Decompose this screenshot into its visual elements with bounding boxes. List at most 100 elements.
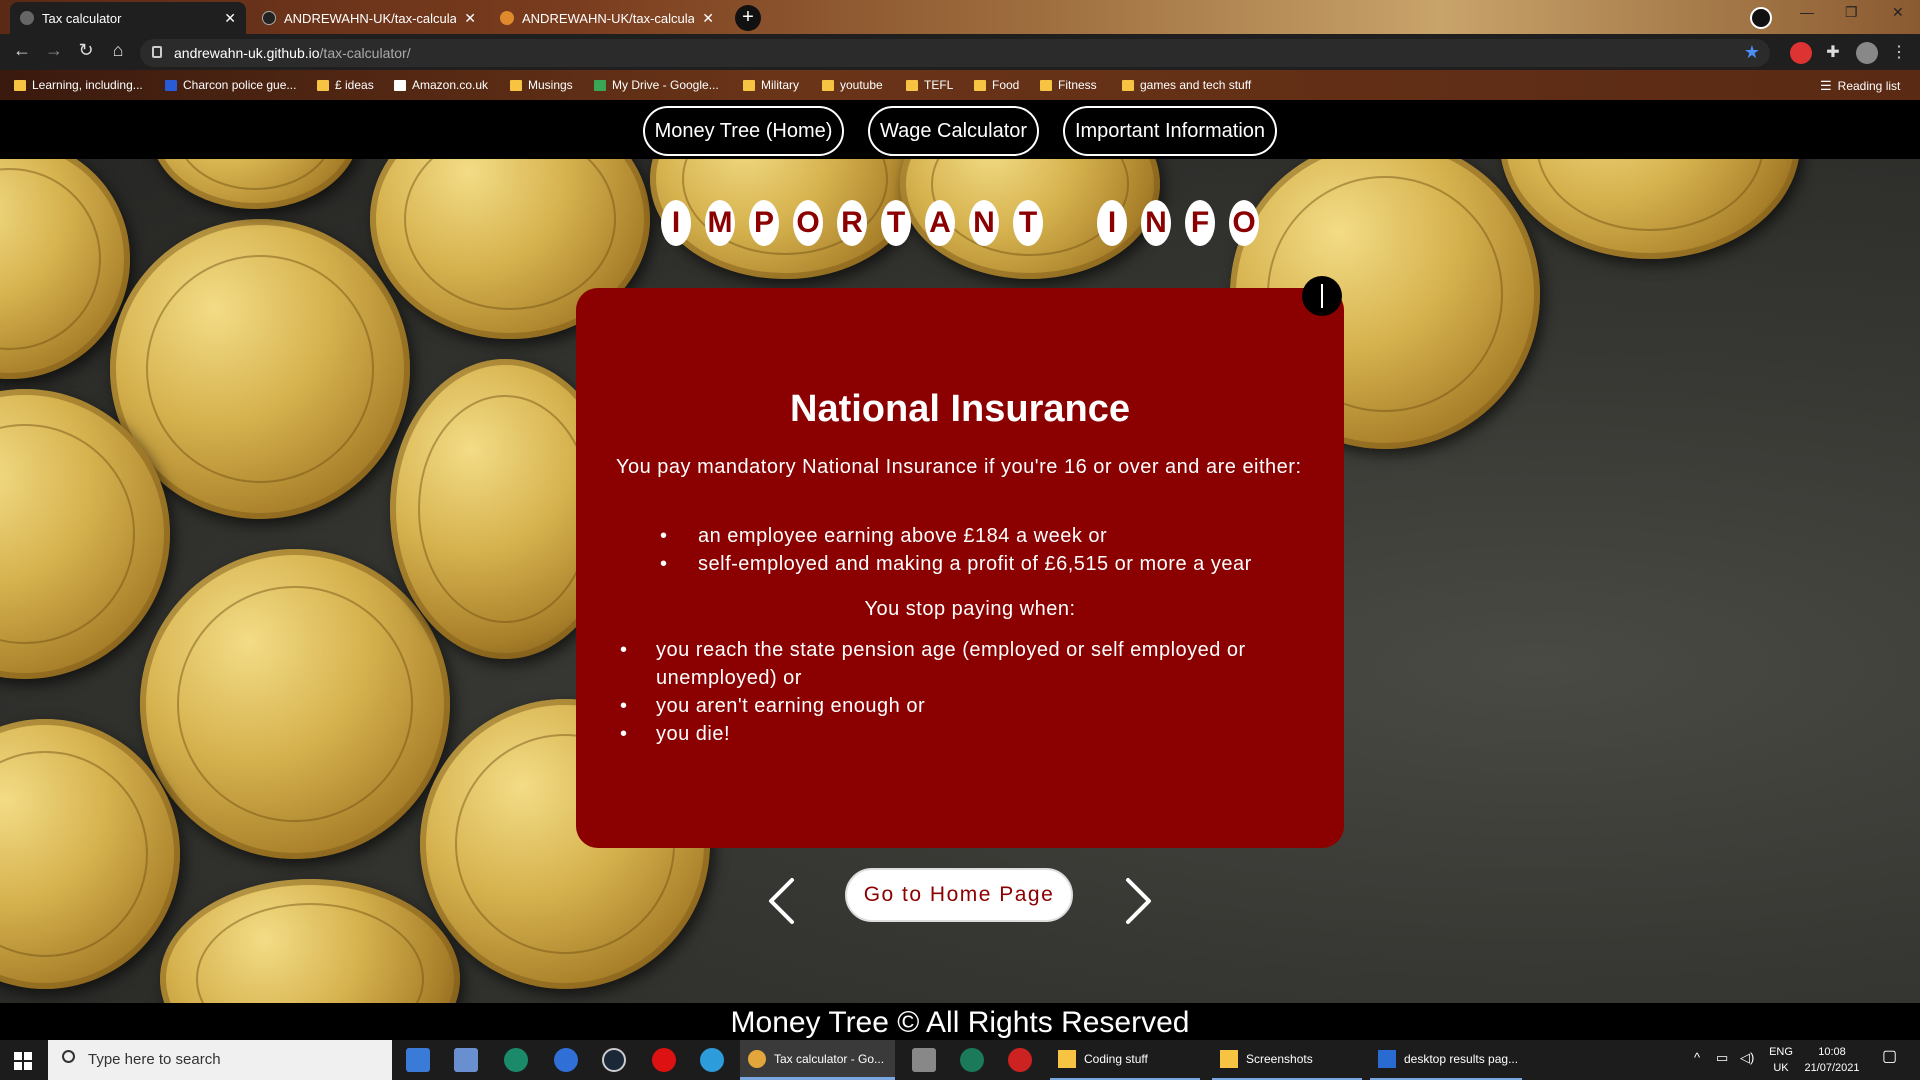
menu-icon[interactable]: ⋮ [1888, 42, 1910, 64]
avatar[interactable] [1856, 42, 1878, 64]
volume-icon[interactable]: ◁) [1740, 1050, 1754, 1066]
amazon-icon [394, 79, 406, 91]
bookmark-item[interactable]: Charcon police gue... [165, 78, 296, 92]
taskbar: Type here to search Tax calculator - Go.… [0, 1040, 1920, 1080]
nav-home-button[interactable]: Money Tree (Home) [643, 106, 844, 156]
reading-list-icon: ☰ [1820, 78, 1832, 93]
clock[interactable]: 10:08 21/07/2021 [1800, 1044, 1864, 1076]
reload-icon[interactable]: ↻ [74, 40, 98, 61]
adblock-icon[interactable] [1790, 42, 1812, 64]
folder-icon [906, 79, 918, 91]
folder-icon [14, 79, 26, 91]
info-card: National Insurance You pay mandatory Nat… [576, 288, 1344, 848]
close-icon[interactable]: ✕ [702, 10, 714, 27]
folder-icon [317, 79, 329, 91]
upwork-icon[interactable] [504, 1048, 528, 1072]
bookmark-item[interactable]: Fitness [1040, 78, 1097, 92]
globe-icon [20, 11, 34, 25]
new-tab-button[interactable]: + [735, 5, 761, 31]
list-item: you aren't earning enough or [620, 692, 1316, 720]
opera-icon[interactable] [652, 1048, 676, 1072]
app-icon[interactable] [554, 1048, 578, 1072]
taskbar-app-explorer[interactable]: Coding stuff [1050, 1040, 1200, 1080]
notifications-icon[interactable]: ▢ [1882, 1049, 1897, 1065]
google-icon [500, 11, 514, 25]
stop-heading: You stop paying when: [864, 598, 1076, 620]
coin-image [0, 159, 130, 379]
bookmark-item[interactable]: TEFL [906, 78, 953, 92]
app-icon[interactable] [912, 1048, 936, 1072]
coin-image [160, 879, 460, 1003]
extensions-icon[interactable]: ✚ [1822, 42, 1844, 64]
bookmark-item[interactable]: Food [974, 78, 1019, 92]
go-home-button[interactable]: Go to Home Page [845, 868, 1073, 922]
minimize-icon[interactable]: — [1800, 4, 1814, 20]
back-icon[interactable]: ← [10, 40, 34, 61]
tab-tax-calculator[interactable]: Tax calculator ✕ [10, 2, 246, 34]
folder-icon [510, 79, 522, 91]
card-heading: National Insurance [790, 388, 1130, 430]
nav-wage-calculator-button[interactable]: Wage Calculator [868, 106, 1039, 156]
github-icon [262, 11, 276, 25]
restore-icon[interactable]: ❐ [1845, 4, 1858, 21]
reading-list[interactable]: ☰ Reading list [1820, 78, 1900, 94]
nav-important-info-button[interactable]: Important Information [1063, 106, 1277, 156]
page-title: I M P O R T A N T I N F O [0, 200, 1920, 246]
forward-icon[interactable]: → [42, 40, 66, 61]
close-window-icon[interactable]: ✕ [1892, 4, 1904, 21]
coin-image [140, 549, 450, 859]
home-icon[interactable]: ⌂ [106, 40, 130, 61]
mail-icon[interactable] [406, 1048, 430, 1072]
language-indicator[interactable]: ENG UK [1766, 1044, 1796, 1076]
close-icon[interactable]: ✕ [224, 10, 236, 27]
list-item: self-employed and making a profit of £6,… [660, 550, 1252, 578]
tab-label: ANDREWAHN-UK/tax-calculator [284, 10, 457, 26]
taskbar-app-explorer[interactable]: Screenshots [1212, 1040, 1362, 1080]
steam-icon[interactable] [602, 1048, 626, 1072]
close-icon[interactable]: ✕ [464, 10, 476, 27]
edge-icon[interactable] [700, 1048, 724, 1072]
image-icon [1378, 1050, 1396, 1068]
folder-icon [1122, 79, 1134, 91]
folder-icon [1220, 1050, 1238, 1068]
folder-icon [974, 79, 986, 91]
browser-toolbar: ← → ↻ ⌂ andrewahn-uk.github.io/tax-calcu… [0, 34, 1920, 70]
tab-github-repo-2[interactable]: ANDREWAHN-UK/tax-calculator ✕ [490, 2, 724, 34]
tab-github-repo[interactable]: ANDREWAHN-UK/tax-calculator ✕ [252, 2, 486, 34]
taskbar-app-chrome[interactable]: Tax calculator - Go... [740, 1040, 895, 1080]
folder-icon [822, 79, 834, 91]
tab-search-icon[interactable] [1750, 7, 1772, 29]
folder-icon [743, 79, 755, 91]
address-bar[interactable]: andrewahn-uk.github.io/tax-calculator/ ★ [140, 39, 1770, 67]
app-icon[interactable] [454, 1048, 478, 1072]
chevron-right-icon[interactable] [1124, 877, 1154, 925]
app-icon[interactable] [960, 1048, 984, 1072]
drive-icon [594, 79, 606, 91]
list-item: you die! [620, 720, 1316, 748]
bookmark-item[interactable]: £ ideas [317, 78, 374, 92]
app-icon[interactable] [1008, 1048, 1032, 1072]
card-close-button[interactable] [1302, 276, 1342, 316]
bookmark-item[interactable]: Amazon.co.uk [394, 78, 488, 92]
card-intro: You pay mandatory National Insurance if … [616, 456, 1302, 478]
bookmark-item[interactable]: games and tech stuff [1122, 78, 1251, 92]
list-item: you reach the state pension age (employe… [620, 636, 1316, 692]
bookmark-item[interactable]: Military [743, 78, 799, 92]
chevron-up-icon[interactable]: ^ [1694, 1050, 1700, 1066]
police-icon [165, 79, 177, 91]
windows-start-icon[interactable] [14, 1052, 32, 1070]
taskbar-app-photos[interactable]: desktop results pag... [1370, 1040, 1522, 1080]
bookmark-item[interactable]: Learning, including... [14, 78, 143, 92]
bookmark-item[interactable]: youtube [822, 78, 883, 92]
chevron-left-icon[interactable] [766, 877, 796, 925]
chrome-icon [748, 1049, 766, 1068]
network-icon[interactable]: ▭ [1716, 1050, 1728, 1066]
taskbar-search-input[interactable]: Type here to search [48, 1040, 392, 1080]
bookmark-item[interactable]: My Drive - Google... [594, 78, 719, 92]
lock-icon [152, 46, 162, 58]
folder-icon [1058, 1050, 1076, 1068]
bookmark-star-icon[interactable]: ★ [1744, 42, 1760, 63]
browser-tab-strip: Tax calculator ✕ ANDREWAHN-UK/tax-calcul… [0, 0, 1920, 34]
bookmark-item[interactable]: Musings [510, 78, 573, 92]
tab-label: Tax calculator [42, 10, 122, 26]
